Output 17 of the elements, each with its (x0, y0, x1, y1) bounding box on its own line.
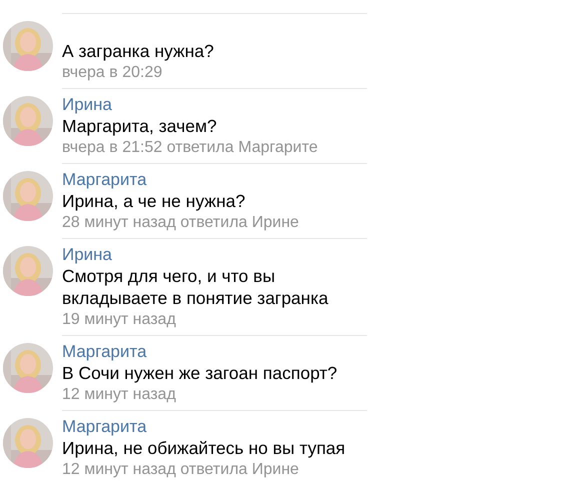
author-name[interactable]: Ирина (62, 245, 112, 264)
comment-meta: 28 минут назад ответила Ирине (62, 213, 300, 233)
comment-meta: 12 минут назад (62, 385, 177, 405)
comment-meta: вчера в 20:29 (62, 63, 164, 83)
author-name[interactable]: Ирина (62, 95, 112, 114)
comment-text: Ирина, не обижайтесь но вы тупая (62, 437, 346, 459)
author-name[interactable]: Маргарита (62, 417, 147, 436)
comment-text: В Сочи нужен же загоан паспорт? (62, 362, 338, 384)
author-name[interactable]: Маргарита (62, 170, 147, 189)
author-name[interactable]: Маргарита (62, 342, 147, 361)
comment-text: Смотря для чего, и что вы вкладываете в понятие загранка (62, 265, 330, 309)
comment-meta: 12 минут назад ответила Ирине (62, 460, 300, 480)
comment-text: Ирина, а че не нужна? (62, 190, 246, 212)
comment-text: А загранка нужна? (62, 40, 215, 62)
comment-text: Маргарита, зачем? (62, 115, 218, 137)
comment-meta: вчера в 21:52 ответила Маргарите (62, 138, 319, 158)
comment-meta: 19 минут назад (62, 310, 177, 330)
